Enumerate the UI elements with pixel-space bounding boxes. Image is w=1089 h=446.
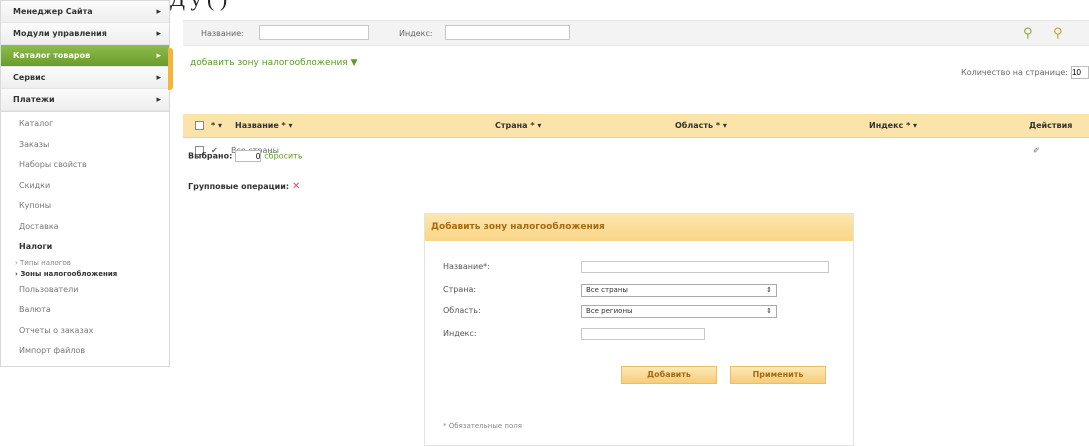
- chevron-right-icon: ▸: [156, 94, 161, 105]
- panel-title: Добавить зону налогообложения: [425, 214, 853, 241]
- sidebar: Менеджер Сайта ▸ Модули управления ▸ Катал…: [0, 0, 170, 446]
- form-region-label: Область:: [443, 306, 481, 315]
- select-arrow-icon: ⇕: [766, 307, 772, 315]
- sidebar-item-coupons[interactable]: Купоны: [1, 196, 169, 217]
- edit-icon[interactable]: ✐: [1033, 146, 1040, 155]
- filter-apply-icon[interactable]: ⚲: [1023, 26, 1033, 41]
- add-tax-zone-link[interactable]: добавить зону налогообложения ▼: [190, 58, 358, 68]
- sidebar-item-site-manager[interactable]: Менеджер Сайта ▸: [1, 1, 169, 23]
- sidebar-item-catalog[interactable]: Каталог товаров ▸: [1, 45, 169, 67]
- form-index-label: Индекс:: [443, 329, 477, 338]
- apply-button[interactable]: Применить: [730, 366, 826, 384]
- col-region-header[interactable]: Область * ▾: [675, 121, 727, 130]
- col-index-header[interactable]: Индекс * ▾: [869, 121, 917, 130]
- region-select[interactable]: Все регионы ⇕: [581, 305, 777, 318]
- sidebar-item-orders[interactable]: Заказы: [1, 135, 169, 156]
- chevron-right-icon: ▸: [156, 28, 161, 39]
- selected-count: [235, 150, 262, 162]
- chevron-right-icon: ▸: [156, 50, 161, 61]
- sidebar-item-payments[interactable]: Платежи ▸: [1, 89, 169, 111]
- filter-index-input[interactable]: [445, 25, 570, 40]
- filter-name-input[interactable]: [259, 25, 369, 40]
- sidebar-item-order-reports[interactable]: Отчеты о заказах: [1, 321, 169, 342]
- sidebar-item-users[interactable]: Пользователи: [1, 280, 169, 301]
- per-page-input[interactable]: [1071, 66, 1089, 79]
- col-actions-header: Действия: [1029, 121, 1073, 130]
- sidebar-top-menu: Менеджер Сайта ▸ Модули управления ▸ Катал…: [0, 0, 170, 112]
- sidebar-item-file-import[interactable]: Импорт файлов: [1, 341, 169, 362]
- form-name-input[interactable]: [581, 261, 829, 273]
- form-name-label: Название*:: [443, 262, 490, 271]
- col-name-header[interactable]: Название * ▾: [235, 121, 293, 130]
- add-button[interactable]: Добавить: [621, 366, 717, 384]
- sidebar-item-currency[interactable]: Валюта: [1, 300, 169, 321]
- sidebar-item-tax-types[interactable]: › Типы налогов: [1, 258, 169, 269]
- filter-clear-icon[interactable]: ⚲: [1053, 26, 1063, 41]
- form-index-input[interactable]: [581, 328, 705, 340]
- filter-name-label: Название:: [201, 29, 244, 38]
- selected-counter: Выбрано:сбросить: [188, 150, 303, 162]
- country-select[interactable]: Все страны ⇕: [581, 284, 777, 297]
- sidebar-item-tax-zones[interactable]: › Зоны налогообложения: [1, 269, 169, 280]
- sidebar-item-delivery[interactable]: Доставка: [1, 217, 169, 238]
- per-page-control: Количество на странице:: [961, 66, 1089, 79]
- sidebar-item-property-sets[interactable]: Наборы свойств: [1, 155, 169, 176]
- reset-selection-link[interactable]: сбросить: [264, 152, 302, 161]
- select-arrow-icon: ⇕: [766, 286, 772, 294]
- filter-bar: Название: Индекс: ⚲ ⚲: [183, 20, 1089, 46]
- sidebar-toggle-tab[interactable]: [168, 48, 173, 90]
- required-fields-note: * Обязательные поля: [443, 422, 522, 430]
- col-country-header[interactable]: Страна * ▾: [495, 121, 541, 130]
- sidebar-item-catalog-list[interactable]: Каталог: [1, 114, 169, 135]
- group-operations: Групповые операции: ✕: [188, 181, 301, 192]
- sidebar-item-taxes[interactable]: Налоги: [1, 237, 169, 258]
- col-id-header[interactable]: * ▾: [211, 121, 222, 130]
- table-row: ✔ Все страны ✐: [183, 140, 1089, 162]
- delete-icon[interactable]: ✕: [292, 181, 300, 192]
- chevron-right-icon: ▸: [156, 6, 161, 17]
- form-country-label: Страна:: [443, 285, 477, 294]
- chevron-right-icon: ▸: [156, 72, 161, 83]
- sidebar-item-discounts[interactable]: Скидки: [1, 176, 169, 197]
- filter-index-label: Индекс:: [399, 29, 433, 38]
- add-tax-zone-panel: Добавить зону налогообложения Название*:…: [424, 213, 854, 446]
- table-header: * ▾ Название * ▾ Страна * ▾ Область * ▾ …: [183, 114, 1089, 138]
- sidebar-submenu: Каталог Заказы Наборы свойств Скидки Куп…: [0, 112, 170, 367]
- sidebar-item-service[interactable]: Сервис ▸: [1, 67, 169, 89]
- document-text-fragment: Д у ( ): [170, 0, 227, 12]
- select-all-checkbox[interactable]: [195, 121, 204, 130]
- sidebar-item-modules[interactable]: Модули управления ▸: [1, 23, 169, 45]
